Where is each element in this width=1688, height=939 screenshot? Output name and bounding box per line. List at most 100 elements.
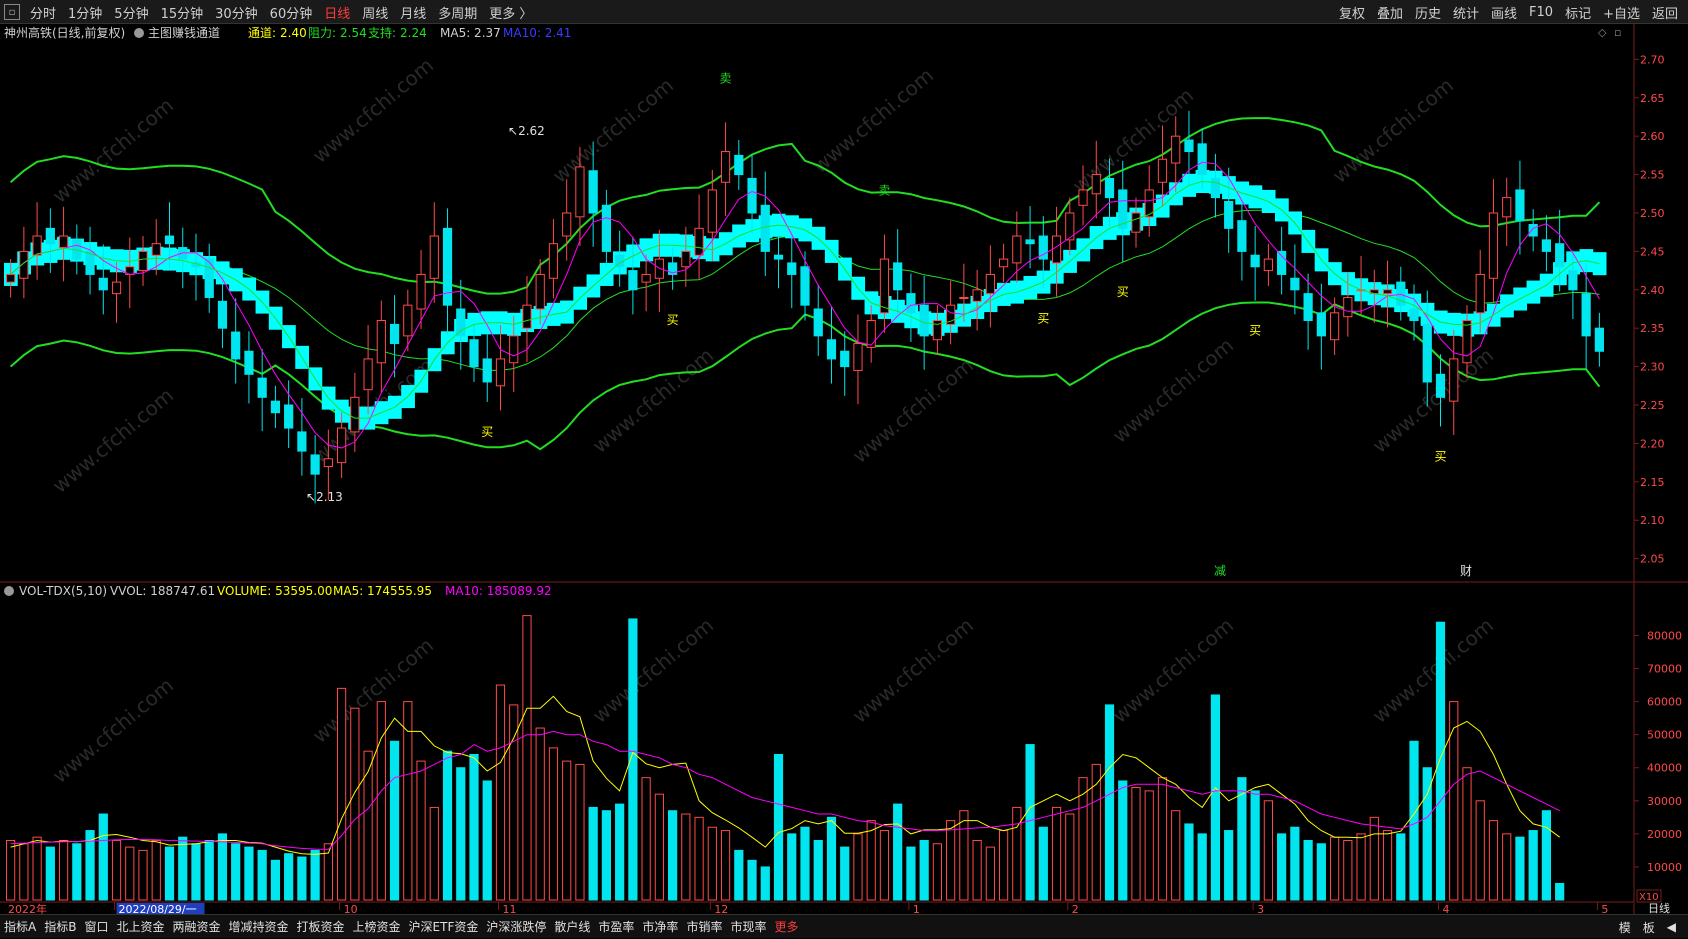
volume-bar	[429, 806, 439, 901]
tab-pcf[interactable]: 市现率	[726, 918, 770, 935]
overlay-button[interactable]: 叠加	[1371, 3, 1409, 22]
tab-pb[interactable]: 市净率	[638, 918, 682, 935]
tab-margin[interactable]: 两融资金	[168, 918, 224, 935]
volume-bar	[919, 839, 929, 901]
candle-body	[337, 427, 347, 464]
tab-period-1min[interactable]: 1分钟	[62, 3, 108, 22]
draw-line-button[interactable]: 画线	[1485, 3, 1523, 22]
window-menu-icon[interactable]: ▫	[4, 4, 20, 20]
volume-bar	[217, 833, 228, 901]
volume-bar	[1449, 701, 1459, 901]
candle-body	[1475, 273, 1485, 314]
tab-toplist-funds[interactable]: 上榜资金	[349, 918, 405, 935]
volume-bar	[932, 843, 943, 901]
tab-period-multi[interactable]: 多周期	[432, 3, 483, 22]
candle-body	[1594, 327, 1604, 352]
f10-button[interactable]: F10	[1523, 5, 1559, 20]
price-tick-label: 2.15	[1640, 476, 1665, 489]
chart-area[interactable]: www.cfchi.com www.cfchi.com www.cfchi.com w…	[0, 24, 1688, 916]
tab-period-weekly[interactable]: 周线	[356, 3, 394, 22]
candle-body	[403, 304, 413, 337]
volume-bar	[1118, 780, 1128, 901]
board-button[interactable]: 板	[1637, 919, 1661, 936]
tab-period-fenshi[interactable]: 分时	[24, 3, 62, 22]
collapse-left-icon[interactable]: ◀	[1661, 920, 1682, 934]
candle-body	[1343, 296, 1353, 318]
tab-ps[interactable]: 市销率	[682, 918, 726, 935]
volume-bar	[469, 754, 479, 901]
indicator-toggle-icon[interactable]	[134, 28, 144, 38]
tab-period-60min[interactable]: 60分钟	[264, 3, 319, 22]
tab-period-monthly[interactable]: 月线	[394, 3, 432, 22]
price-tick-label: 2.40	[1640, 284, 1665, 297]
volume-bar	[588, 806, 598, 901]
tab-period-15min[interactable]: 15分钟	[155, 3, 210, 22]
window-restore-icon[interactable]: ▫	[1614, 26, 1621, 39]
candle-body	[1555, 243, 1565, 268]
diamond-icon[interactable]: ◇	[1598, 26, 1607, 39]
volume-bar	[284, 853, 294, 901]
time-tick-label: 1	[913, 903, 920, 914]
channel-value: 2.40	[280, 26, 307, 40]
volume-tick-label: 30000	[1647, 795, 1682, 808]
price-tick-label: 2.55	[1640, 169, 1665, 182]
volume-ma5-line	[10, 695, 1560, 855]
volume-bar	[72, 843, 82, 901]
back-button[interactable]: 返回	[1646, 3, 1684, 22]
tab-period-5min[interactable]: 5分钟	[108, 3, 154, 22]
time-tick-label: 2022/08/29/一	[119, 903, 197, 914]
tab-indicator-b[interactable]: 指标B	[40, 918, 80, 935]
volume-ma10-line	[10, 730, 1560, 850]
tab-more[interactable]: 更多	[770, 918, 802, 935]
ma10-readout: MA10: 2.41	[503, 26, 571, 40]
candle-body	[1224, 200, 1234, 229]
volume-bar	[972, 839, 982, 901]
volume-toggle-icon[interactable]	[4, 586, 14, 596]
volume-bar	[111, 839, 122, 901]
tab-window[interactable]: 窗口	[80, 918, 112, 935]
kline-chart-svg[interactable]: www.cfchi.com www.cfchi.com www.cfchi.com w…	[0, 24, 1688, 916]
mark-button[interactable]: 标记	[1559, 3, 1597, 22]
price-tick-label: 2.60	[1640, 130, 1665, 143]
tab-northbound[interactable]: 北上资金	[112, 918, 168, 935]
volume-bar	[1502, 833, 1512, 901]
volume-tick-label: 60000	[1647, 696, 1682, 709]
volume-bars	[6, 615, 1565, 901]
tab-period-30min[interactable]: 30分钟	[209, 3, 264, 22]
channel-label: 通道:	[248, 26, 276, 40]
volume-bar	[1369, 816, 1379, 901]
volume-indicator-name: VOL-TDX(5,10)	[19, 584, 107, 598]
candle-body	[429, 235, 439, 279]
price-header: 神州高铁(日线,前复权) 主图赚钱通道 通道: 2.40 阻力: 2.54 支持…	[4, 25, 1621, 40]
volume-bar	[1409, 740, 1419, 901]
add-watchlist-button[interactable]: +自选	[1597, 3, 1646, 22]
tab-holding-change[interactable]: 增减持资金	[225, 918, 293, 935]
candle-body	[416, 273, 426, 310]
candle-body	[1263, 258, 1273, 272]
tab-pe[interactable]: 市盈率	[594, 918, 638, 935]
tab-period-more[interactable]: 更多 〉	[483, 3, 538, 22]
volume-bar	[164, 846, 175, 901]
history-button[interactable]: 历史	[1409, 3, 1447, 22]
vol-ma10-readout: MA10: 185089.92	[445, 584, 552, 598]
fuquan-button[interactable]: 复权	[1333, 3, 1371, 22]
volume-bar	[787, 833, 797, 901]
tab-etf-funds[interactable]: 沪深ETF资金	[405, 918, 483, 935]
volume-bar	[1171, 810, 1181, 901]
tab-period-daily[interactable]: 日线	[318, 3, 356, 22]
volume-bar	[522, 615, 532, 901]
candle-body	[231, 331, 241, 360]
template-button[interactable]: 模	[1613, 919, 1637, 936]
volume-bar	[1197, 833, 1207, 901]
candle-body	[1171, 135, 1181, 164]
stats-button[interactable]: 统计	[1447, 3, 1485, 22]
volume-readout: VOLUME: 53595.00	[217, 584, 332, 598]
candle-body	[681, 250, 691, 268]
tab-indicator-a[interactable]: 指标A	[0, 918, 40, 935]
tab-limit-stats[interactable]: 沪深涨跌停	[482, 918, 550, 935]
tab-limit-up-funds[interactable]: 打板资金	[293, 918, 349, 935]
candle-body	[1197, 143, 1207, 176]
tab-retail-line[interactable]: 散户线	[550, 918, 594, 935]
period-tabs: ▫ 分时 1分钟 5分钟 15分钟 30分钟 60分钟 日线 周线 月线 多周期…	[0, 0, 538, 24]
candle-body	[297, 431, 307, 452]
